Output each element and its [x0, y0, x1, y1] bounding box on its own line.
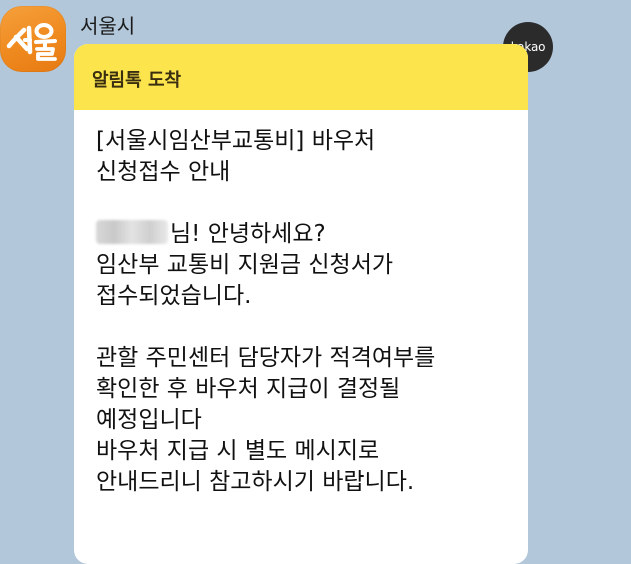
seoul-logo-avatar[interactable] — [0, 6, 66, 72]
seoul-logo-icon — [6, 23, 57, 61]
alimtalk-message-bubble[interactable]: 알림톡 도착 [서울시임산부교통비] 바우처 신청접수 안내 님! 안녕하세요?… — [74, 44, 528, 564]
message-line: 신청접수 안내 — [96, 159, 231, 185]
redacted-recipient-name — [96, 220, 168, 244]
message-line: [서울시임산부교통비] 바우처 — [96, 128, 376, 154]
message-header: 알림톡 도착 — [74, 44, 528, 110]
message-line: 임산부 교통비 지원금 신청서가 — [96, 252, 394, 278]
chat-view: 서울시 kakao 알림톡 도착 [서울시임산부교통비] 바우처 신청접수 안내… — [0, 0, 631, 564]
message-line: 관할 주민센터 담당자가 적격여부를 — [96, 345, 436, 371]
message-line: 예정입니다 — [96, 407, 202, 433]
message-line: 바우처 지급 시 별도 메시지로 — [96, 438, 380, 464]
message-body: [서울시임산부교통비] 바우처 신청접수 안내 님! 안녕하세요? 임산부 교통… — [74, 110, 528, 498]
message-line: 안내드리니 참고하시기 바랍니다. — [96, 469, 415, 495]
message-line: 확인한 후 바우처 지급이 결정될 — [96, 376, 401, 402]
message-header-title: 알림톡 도착 — [92, 70, 182, 91]
message-line: 접수되었습니다. — [96, 283, 252, 309]
greeting-line: 님! 안녕하세요? — [96, 219, 506, 250]
greeting-text: 님! 안녕하세요? — [170, 221, 326, 247]
sender-name: 서울시 — [80, 14, 136, 38]
